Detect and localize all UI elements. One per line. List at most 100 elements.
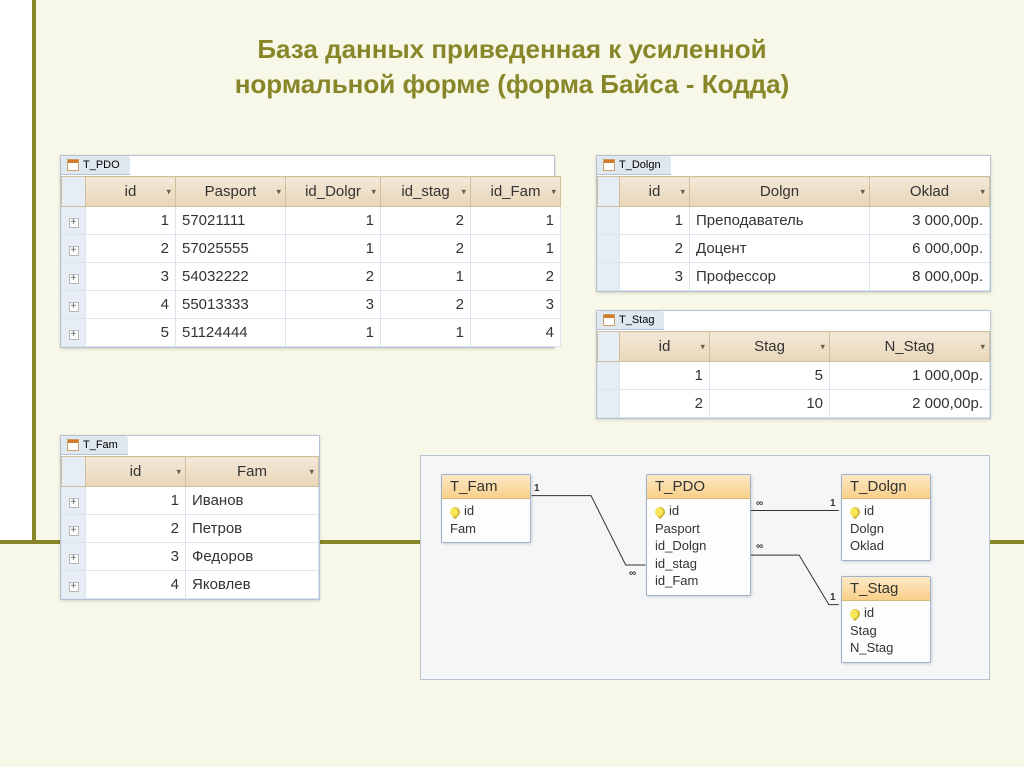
col-header[interactable]: Stag▾: [710, 332, 830, 362]
dropdown-icon[interactable]: ▾: [276, 186, 281, 197]
field-pk: id: [850, 502, 922, 520]
field: id_stag: [655, 555, 742, 573]
table-row[interactable]: 2Доцент6 000,00р.: [598, 235, 990, 263]
cardinality-many: ∞: [756, 498, 763, 509]
table-row[interactable]: +455013333323: [62, 291, 561, 319]
dropdown-icon[interactable]: ▾: [551, 186, 556, 197]
dropdown-icon[interactable]: ▾: [371, 186, 376, 197]
tab-tfam[interactable]: T_Fam: [61, 436, 128, 455]
cardinality-one: 1: [830, 592, 836, 603]
row-selector-header[interactable]: [598, 177, 620, 207]
cardinality-one: 1: [830, 498, 836, 509]
col-header[interactable]: Dolgn▾: [690, 177, 870, 207]
entity-tpdo[interactable]: T_PDO id Pasport id_Dolgn id_stag id_Fam: [646, 474, 751, 596]
col-header[interactable]: id_Fam▾: [471, 177, 561, 207]
dropdown-icon[interactable]: ▾: [166, 186, 171, 197]
tab-label: T_Fam: [83, 439, 118, 451]
entity-title: T_Dolgn: [842, 475, 930, 499]
dropdown-icon[interactable]: ▾: [980, 186, 985, 197]
datasheet-icon: [67, 159, 79, 171]
expand-icon[interactable]: +: [69, 302, 79, 312]
dropdown-icon[interactable]: ▾: [176, 466, 181, 477]
col-header[interactable]: id_Dolgr▾: [286, 177, 381, 207]
expand-icon[interactable]: +: [69, 498, 79, 508]
entity-tdolgn[interactable]: T_Dolgn id Dolgn Oklad: [841, 474, 931, 561]
title-line-1: База данных приведенная к усиленной: [257, 34, 766, 64]
table-row[interactable]: 2102 000,00р.: [598, 390, 990, 418]
entity-fields: id Stag N_Stag: [842, 601, 930, 662]
row-selector-header[interactable]: [598, 332, 620, 362]
table-row[interactable]: +3Федоров: [62, 543, 319, 571]
col-header[interactable]: id_stag▾: [381, 177, 471, 207]
expand-icon[interactable]: +: [69, 582, 79, 592]
dropdown-icon[interactable]: ▾: [980, 341, 985, 352]
col-header[interactable]: Fam▾: [186, 457, 319, 487]
expand-icon[interactable]: +: [69, 554, 79, 564]
expand-icon[interactable]: +: [69, 218, 79, 228]
slide-title: База данных приведенная к усиленной норм…: [0, 0, 1024, 102]
entity-title: T_Fam: [442, 475, 530, 499]
entity-fields: id Pasport id_Dolgn id_stag id_Fam: [647, 499, 750, 595]
slide-canvas: T_PDO id▾ Pasport▾ id_Dolgr▾ id_stag▾ id…: [60, 155, 1004, 747]
col-header[interactable]: id▾: [86, 457, 186, 487]
tab-tpdo[interactable]: T_PDO: [61, 156, 130, 175]
table-row[interactable]: 1Преподаватель3 000,00р.: [598, 207, 990, 235]
table-row[interactable]: +257025555121: [62, 235, 561, 263]
tab-tdolgn[interactable]: T_Dolgn: [597, 156, 671, 175]
col-header[interactable]: Oklad▾: [870, 177, 990, 207]
datasheet-icon: [67, 439, 79, 451]
entity-title: T_PDO: [647, 475, 750, 499]
col-header[interactable]: N_Stag▾: [830, 332, 990, 362]
table-row[interactable]: +157021111121: [62, 207, 561, 235]
dropdown-icon[interactable]: ▾: [700, 341, 705, 352]
table-row[interactable]: 151 000,00р.: [598, 362, 990, 390]
col-header[interactable]: id▾: [620, 177, 690, 207]
dropdown-icon[interactable]: ▾: [860, 186, 865, 197]
entity-tfam[interactable]: T_Fam id Fam: [441, 474, 531, 543]
tab-tstag[interactable]: T_Stag: [597, 311, 664, 330]
dropdown-icon[interactable]: ▾: [461, 186, 466, 197]
expand-icon[interactable]: +: [69, 246, 79, 256]
datasheet-icon: [603, 314, 615, 326]
title-line-2: нормальной форме (форма Байса - Кодда): [235, 69, 790, 99]
table-row[interactable]: +1Иванов: [62, 487, 319, 515]
col-header[interactable]: id▾: [620, 332, 710, 362]
row-selector-header[interactable]: [62, 457, 86, 487]
field: Dolgn: [850, 520, 922, 538]
datasheet-tpdo: id▾ Pasport▾ id_Dolgr▾ id_stag▾ id_Fam▾ …: [61, 176, 561, 347]
table-window-tstag: T_Stag id▾ Stag▾ N_Stag▾ 151 000,00р. 21…: [596, 310, 991, 419]
datasheet-tstag: id▾ Stag▾ N_Stag▾ 151 000,00р. 2102 000,…: [597, 331, 990, 418]
expand-icon[interactable]: +: [69, 274, 79, 284]
table-row[interactable]: +354032222212: [62, 263, 561, 291]
cardinality-many: ∞: [756, 541, 763, 552]
row-selector-header[interactable]: [62, 177, 86, 207]
col-header[interactable]: id▾: [86, 177, 176, 207]
datasheet-icon: [603, 159, 615, 171]
expand-icon[interactable]: +: [69, 526, 79, 536]
table-window-tdolgn: T_Dolgn id▾ Dolgn▾ Oklad▾ 1Преподаватель…: [596, 155, 991, 292]
field: Fam: [450, 520, 522, 538]
field: N_Stag: [850, 639, 922, 657]
entity-fields: id Dolgn Oklad: [842, 499, 930, 560]
table-row[interactable]: +2Петров: [62, 515, 319, 543]
dropdown-icon[interactable]: ▾: [680, 186, 685, 197]
field: Oklad: [850, 537, 922, 555]
field: id_Dolgn: [655, 537, 742, 555]
field: id_Fam: [655, 572, 742, 590]
cardinality-one: 1: [534, 483, 540, 494]
relationship-diagram: 1 ∞ ∞ 1 ∞ 1 T_Fam id Fam T_PDO id Paspor…: [420, 455, 990, 680]
dropdown-icon[interactable]: ▾: [820, 341, 825, 352]
dropdown-icon[interactable]: ▾: [309, 466, 314, 477]
entity-title: T_Stag: [842, 577, 930, 601]
slide-left-stripe: [0, 0, 36, 540]
datasheet-tdolgn: id▾ Dolgn▾ Oklad▾ 1Преподаватель3 000,00…: [597, 176, 990, 291]
table-row[interactable]: +4Яковлев: [62, 571, 319, 599]
expand-icon[interactable]: +: [69, 330, 79, 340]
entity-fields: id Fam: [442, 499, 530, 542]
col-header[interactable]: Pasport▾: [176, 177, 286, 207]
table-row[interactable]: 3Профессор8 000,00р.: [598, 263, 990, 291]
field-pk: id: [850, 604, 922, 622]
tab-label: T_Stag: [619, 314, 654, 326]
entity-tstag[interactable]: T_Stag id Stag N_Stag: [841, 576, 931, 663]
table-row[interactable]: +551124444114: [62, 319, 561, 347]
